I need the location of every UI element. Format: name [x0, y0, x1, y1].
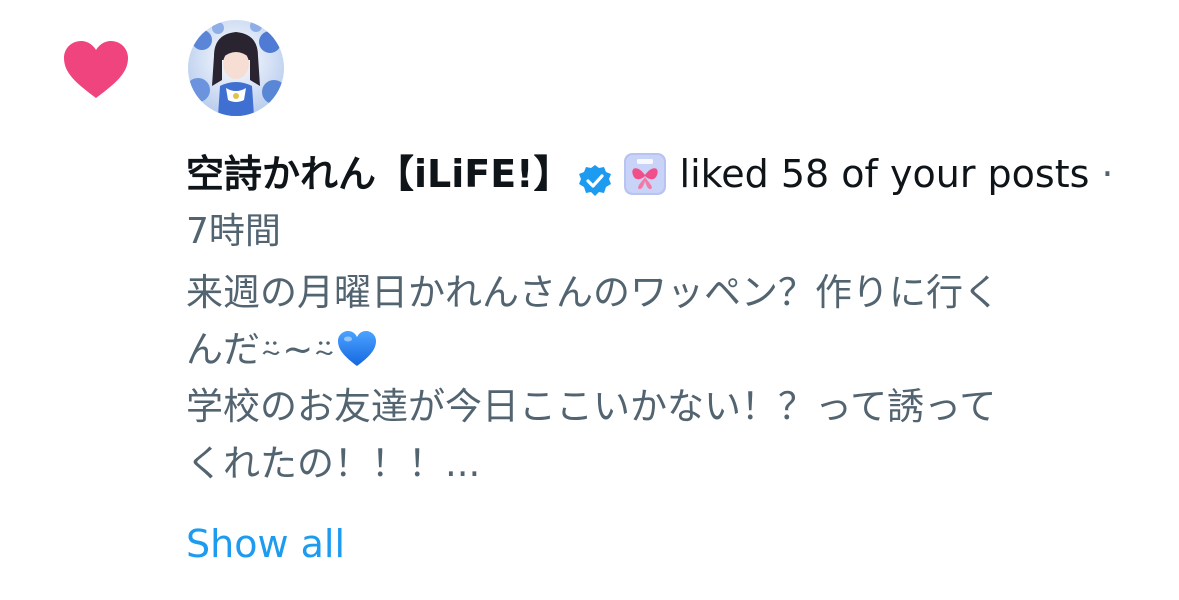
affiliate-badge-icon[interactable]	[623, 153, 666, 195]
post-line: 来週の月曜日かれんさんのワッペン？作りに行く	[186, 271, 1000, 314]
notification-headline: 空詩かれん【iLiFE!】 liked 58 of your posts ·	[186, 146, 1161, 202]
timestamp: 7時間	[186, 211, 281, 252]
avatar[interactable]	[188, 20, 284, 116]
action-text: liked 58 of your posts	[679, 152, 1090, 196]
blue-heart-icon	[337, 327, 377, 366]
post-line: んだ⍨~⍨	[186, 321, 1146, 378]
user-name[interactable]: 空詩かれん【iLiFE!】	[186, 146, 572, 202]
verified-badge-icon	[578, 157, 612, 196]
show-all-link[interactable]: Show all	[186, 516, 345, 572]
separator-dot: ·	[1101, 152, 1114, 196]
heart-icon	[62, 40, 130, 100]
post-line: 学校のお友達が今日ここいかない！？って誘って	[186, 385, 997, 428]
notification-item[interactable]: 空詩かれん【iLiFE!】 liked 58 of your posts · 7…	[0, 0, 1179, 600]
post-preview[interactable]: 来週の月曜日かれんさんのワッペン？作りに行く んだ⍨~⍨ 学校のお友達が今日ここ…	[186, 264, 1146, 492]
post-line: くれたの！！！...	[186, 442, 481, 485]
